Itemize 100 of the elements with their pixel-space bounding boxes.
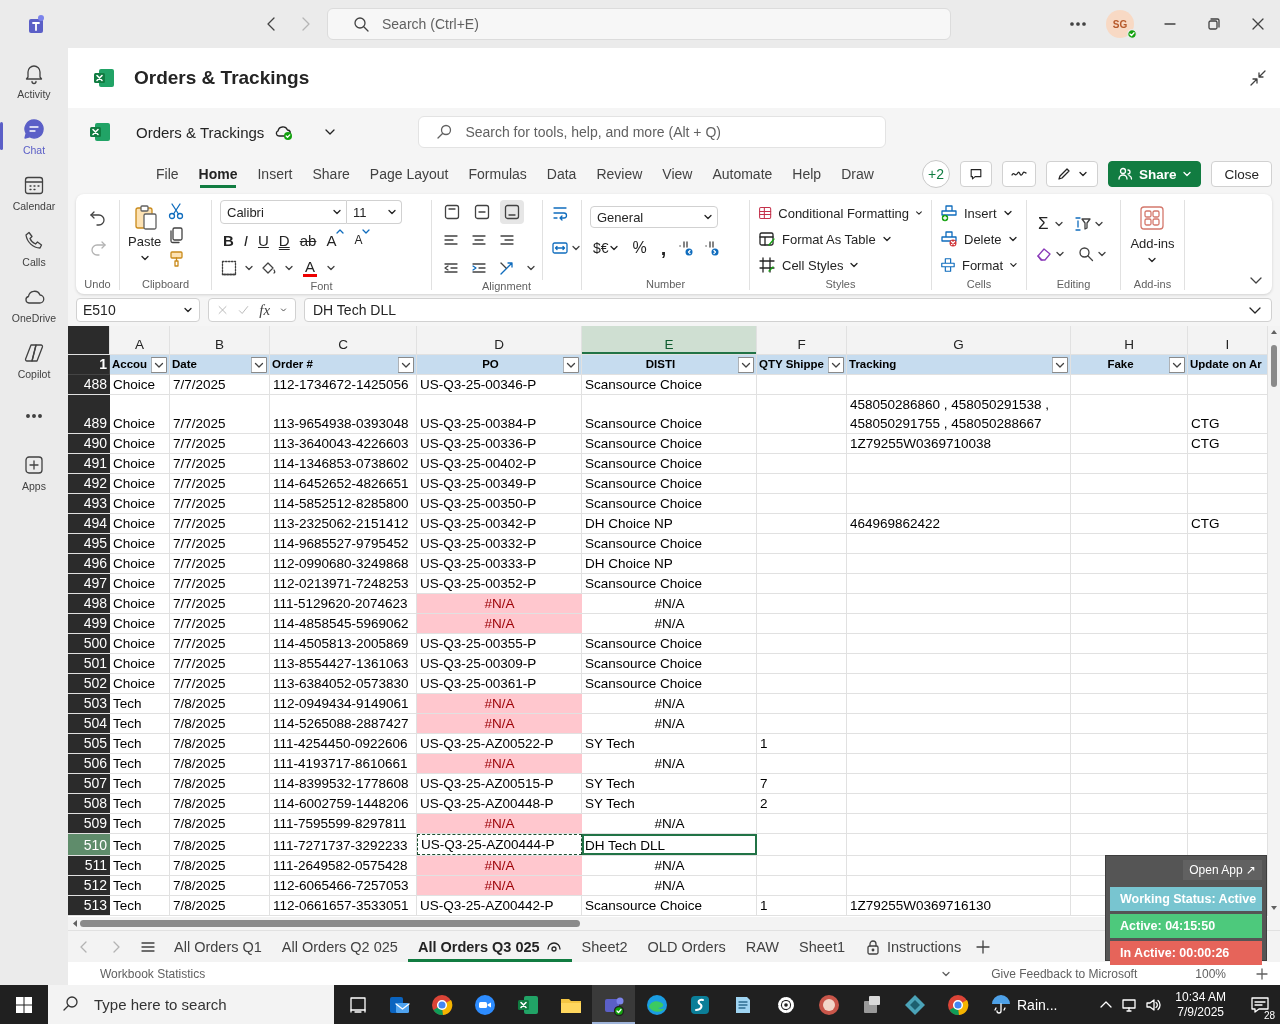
row-header[interactable]: 490 <box>68 434 110 453</box>
collaborators-badge[interactable]: +2 <box>921 160 950 188</box>
close-icon[interactable] <box>1250 16 1266 32</box>
sheet-tab[interactable]: RAW <box>735 931 790 962</box>
row-header[interactable]: 504 <box>68 714 110 733</box>
row-header[interactable]: 489 <box>68 395 110 433</box>
search-icon[interactable] <box>1077 245 1095 263</box>
name-box[interactable]: E510 <box>76 298 200 322</box>
rain-icon[interactable] <box>989 992 1013 1017</box>
collapse-icon[interactable] <box>1248 68 1268 88</box>
sheet-tab[interactable]: Sheet2 <box>571 931 638 962</box>
taskbar-button[interactable] <box>592 985 635 1024</box>
menu-tab[interactable]: Formulas <box>458 157 537 191</box>
row-header[interactable]: 493 <box>68 494 110 513</box>
italic-button[interactable]: I <box>240 228 251 252</box>
filter-button[interactable] <box>738 356 754 373</box>
column-header[interactable]: B <box>170 326 270 355</box>
sort-filter-icon[interactable] <box>1073 215 1092 233</box>
format-painter-icon[interactable] <box>167 250 186 268</box>
orientation-icon[interactable] <box>498 259 516 277</box>
menu-tab[interactable]: Page Layout <box>359 157 459 191</box>
wrap-text-icon[interactable] <box>551 204 569 222</box>
rail-item[interactable]: Copilot <box>0 332 68 388</box>
column-header[interactable]: G <box>847 326 1071 355</box>
cell-styles-button[interactable]: Cell Styles <box>758 252 923 278</box>
percent-button[interactable]: % <box>629 236 650 260</box>
font-select[interactable]: Calibri <box>220 200 347 224</box>
maximize-icon[interactable] <box>1206 16 1222 32</box>
row-header[interactable]: 499 <box>68 614 110 633</box>
rail-item[interactable]: Apps <box>0 444 68 500</box>
row-header[interactable]: 502 <box>68 674 110 693</box>
rail-item[interactable]: Calendar <box>0 164 68 220</box>
feedback-link[interactable]: Give Feedback to Microsoft <box>991 966 1138 981</box>
comma-style-button[interactable]: , <box>657 236 670 260</box>
weather-text[interactable]: Rain... <box>1017 996 1058 1013</box>
rail-item[interactable]: Activity <box>0 52 68 108</box>
decrease-font-button[interactable]: A <box>351 228 374 252</box>
close-button[interactable]: Close <box>1211 161 1272 187</box>
menu-tab[interactable]: Help <box>782 157 832 191</box>
network-icon[interactable] <box>1121 996 1138 1013</box>
clock[interactable]: 10:34 AM 7/9/2025 <box>1175 989 1226 1020</box>
search-field[interactable]: Search for tools, help, and more (Alt + Q) <box>418 116 887 148</box>
filter-button[interactable] <box>151 356 167 373</box>
column-header[interactable]: C <box>270 326 417 355</box>
task-view-icon[interactable] <box>349 994 367 1015</box>
row-header[interactable]: 509 <box>68 814 110 833</box>
font-size-select[interactable]: 11 <box>347 200 402 224</box>
sheet-tab[interactable]: All Orders Q2 025 <box>271 931 408 962</box>
rail-item[interactable]: OneDrive <box>0 276 68 332</box>
bold-button[interactable]: B <box>220 228 237 252</box>
column-header[interactable]: H <box>1071 326 1188 355</box>
taskbar-search-field[interactable]: Type here to search <box>48 985 334 1024</box>
currency-button[interactable]: $€ <box>590 236 622 260</box>
add-ins-button[interactable]: Add-ins <box>1130 204 1175 278</box>
sheet-tab[interactable]: Sheet1 <box>789 931 855 962</box>
bottom-align-button[interactable] <box>500 200 524 224</box>
row-header[interactable]: 500 <box>68 634 110 653</box>
open-app-button[interactable]: Open App ↗ <box>1183 860 1262 880</box>
row-header[interactable]: 496 <box>68 554 110 573</box>
insert-cells-button[interactable]: Insert <box>940 200 1018 226</box>
menu-tab[interactable]: Insert <box>247 157 303 191</box>
start-icon[interactable] <box>15 995 33 1014</box>
select-all-button[interactable] <box>68 326 110 355</box>
comment-button[interactable] <box>959 161 992 187</box>
row-header[interactable]: 506 <box>68 754 110 773</box>
zoom-in-icon[interactable] <box>1256 967 1268 980</box>
filter-button[interactable] <box>563 356 579 373</box>
sheet-tab[interactable]: Instructions <box>855 931 972 962</box>
row-header[interactable]: 1 <box>68 355 110 375</box>
font-color-button[interactable]: A <box>300 256 320 280</box>
cut-icon[interactable] <box>167 202 186 220</box>
menu-tab[interactable]: Review <box>586 157 653 191</box>
rail-item[interactable]: Calls <box>0 220 68 276</box>
filter-button[interactable] <box>1169 356 1185 373</box>
paste-button[interactable]: Paste <box>128 200 162 278</box>
row-header[interactable]: 488 <box>68 375 110 394</box>
format-as-table-button[interactable]: Format As Table <box>758 226 923 252</box>
row-header[interactable]: 511 <box>68 856 110 875</box>
row-header[interactable]: 507 <box>68 774 110 793</box>
number-format-select[interactable]: General <box>590 206 718 228</box>
rail-item[interactable]: Chat <box>0 108 68 164</box>
menu-tab[interactable]: Draw <box>831 157 884 191</box>
search-field[interactable]: Search (Ctrl+E) <box>327 8 951 40</box>
row-header[interactable]: 492 <box>68 474 110 493</box>
format-cells-button[interactable]: Format <box>940 252 1018 278</box>
column-header[interactable]: D <box>417 326 582 355</box>
sheet-tab[interactable]: OLD Orders <box>637 931 736 962</box>
delete-cells-button[interactable]: Delete <box>940 226 1018 252</box>
underline-button[interactable]: U <box>255 228 272 252</box>
row-header[interactable]: 491 <box>68 454 110 473</box>
strikethrough-button[interactable]: ab <box>296 228 320 252</box>
column-header[interactable]: I <box>1188 326 1268 355</box>
filter-button[interactable] <box>398 356 414 373</box>
avatar[interactable]: SG <box>1106 10 1134 38</box>
ink-button[interactable] <box>1001 161 1036 187</box>
column-header[interactable]: A <box>110 326 170 355</box>
filter-button[interactable] <box>828 356 844 373</box>
file-name[interactable]: Orders & Trackings <box>136 123 265 141</box>
menu-tab[interactable]: View <box>652 157 703 191</box>
row-header[interactable]: 494 <box>68 514 110 533</box>
